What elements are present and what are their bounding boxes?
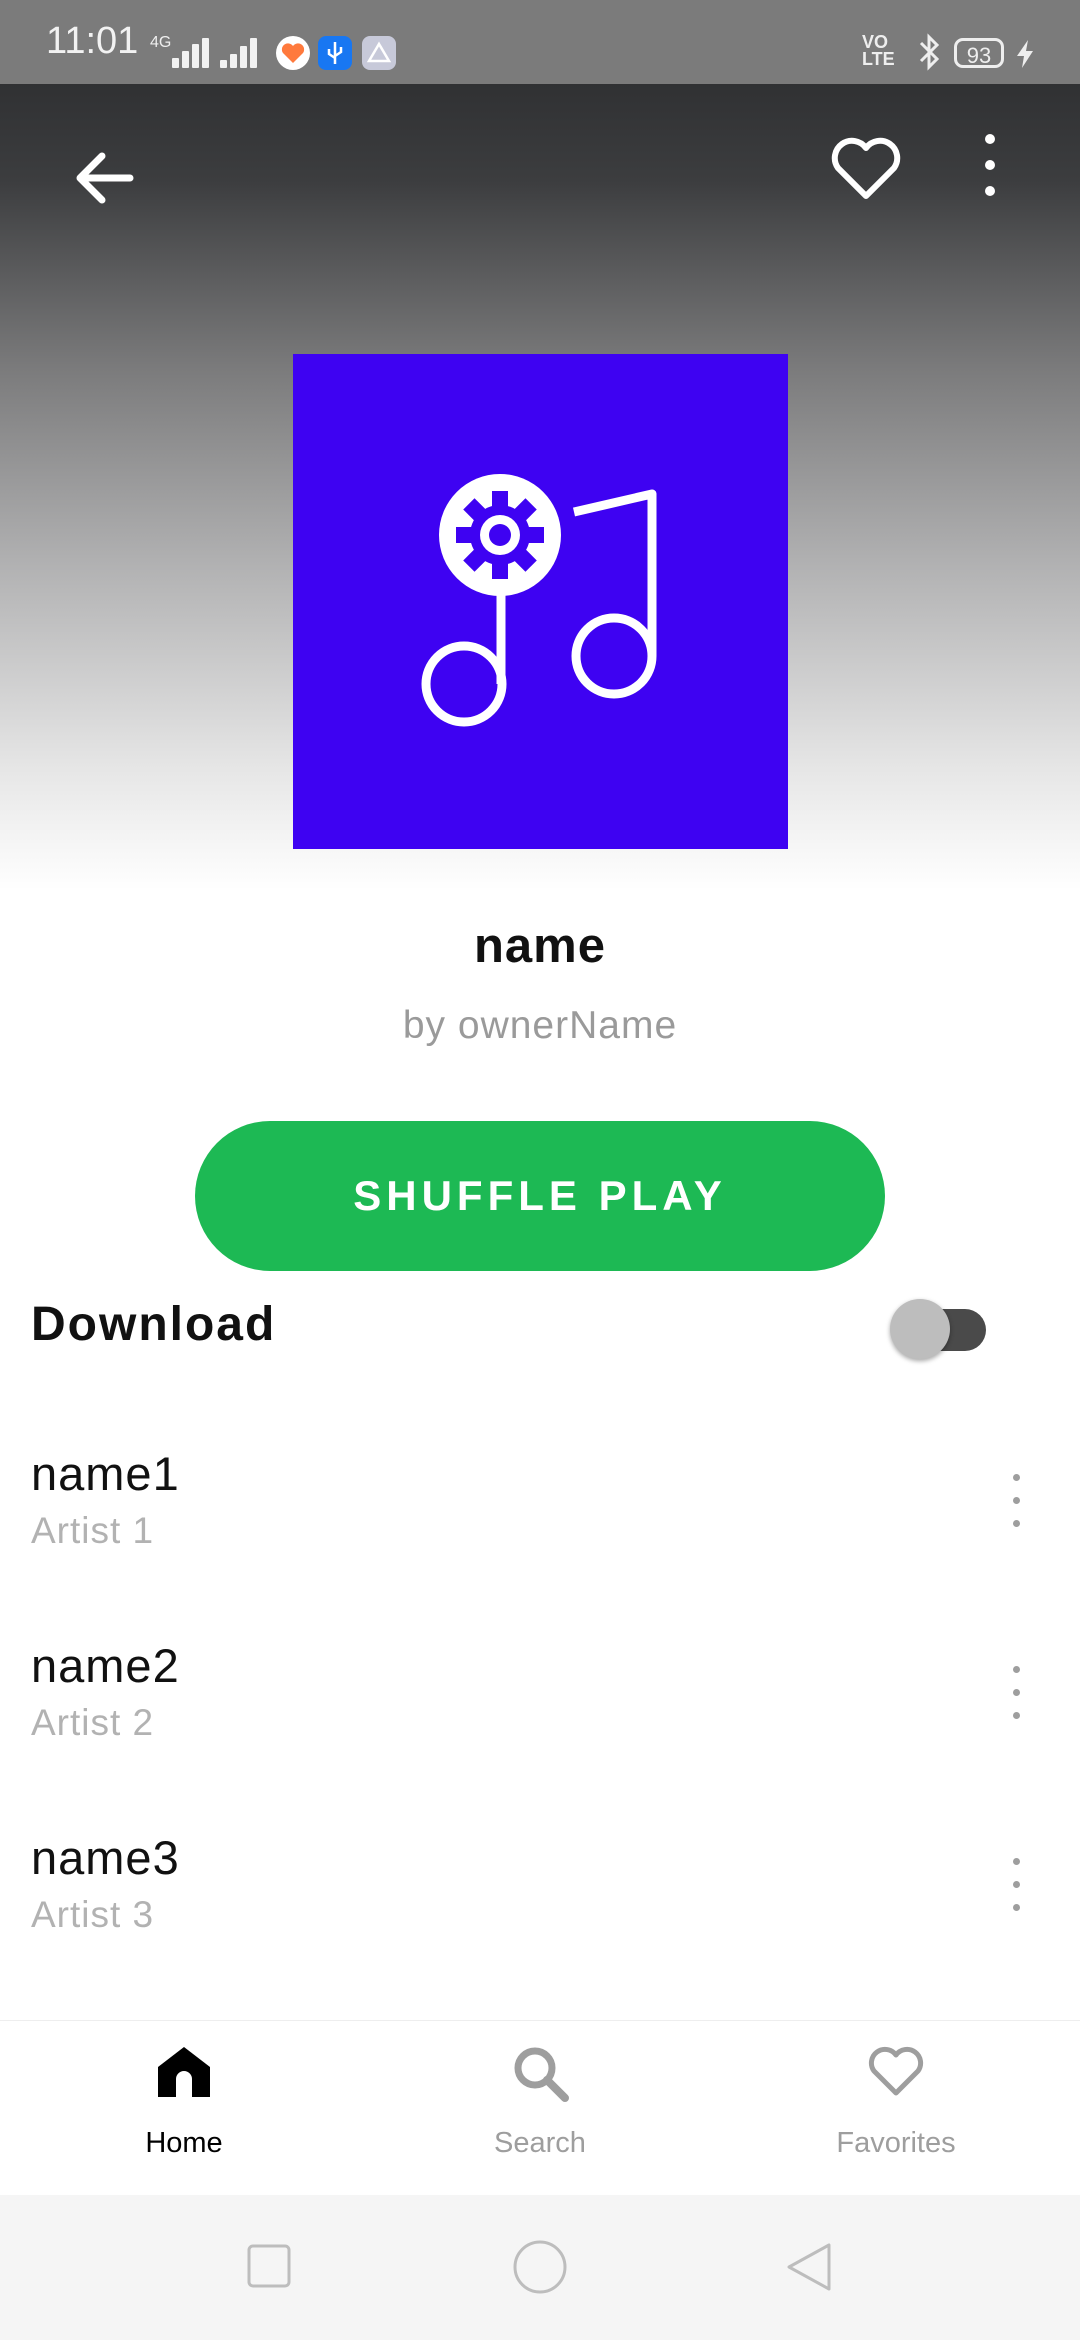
- track-artist: Artist 3: [31, 1894, 155, 1935]
- track-more-button[interactable]: [1000, 1850, 1032, 1922]
- back-triangle-icon[interactable]: [784, 2241, 834, 2293]
- volte-indicator: VO LTE: [862, 32, 895, 69]
- toggle-thumb: [890, 1299, 950, 1359]
- heart-outline-icon: [831, 137, 901, 199]
- dot: [1013, 1904, 1020, 1911]
- app-triangle-icon: [362, 36, 396, 70]
- track-row[interactable]: name1 Artist 1: [0, 1420, 1080, 1590]
- signal-strength-2-icon: [220, 36, 260, 68]
- nav-home[interactable]: Home: [44, 2021, 324, 2196]
- more-vert-icon: [985, 134, 995, 196]
- status-time: 11:01: [46, 20, 139, 62]
- charging-icon: [1014, 38, 1036, 70]
- search-icon: [514, 2047, 569, 2102]
- dot: [1013, 1881, 1020, 1888]
- more-options-button[interactable]: [970, 130, 1010, 200]
- recent-apps-icon[interactable]: [246, 2243, 292, 2289]
- nav-label: Favorites: [836, 2127, 956, 2159]
- track-name: name2: [31, 1639, 180, 1692]
- track-name: name3: [31, 1831, 180, 1884]
- signal-strength-icon: [172, 36, 212, 68]
- bottom-navigation: Home Search Favorites: [0, 2020, 1080, 2196]
- dot: [1013, 1712, 1020, 1719]
- health-app-icon: [276, 36, 310, 70]
- bluetooth-icon: [916, 32, 942, 72]
- favorite-button[interactable]: [826, 130, 906, 206]
- track-artist: Artist 2: [31, 1702, 155, 1743]
- usb-app-icon: [318, 36, 352, 70]
- nav-search[interactable]: Search: [400, 2021, 680, 2196]
- shuffle-play-button[interactable]: SHUFFLE PLAY: [195, 1121, 885, 1271]
- download-label: Download: [31, 1298, 277, 1351]
- heart-outline-icon: [868, 2046, 924, 2096]
- network-type: 4G: [150, 34, 172, 51]
- playlist-owner: by ownerName: [402, 1004, 678, 1047]
- arrow-left-icon: [76, 152, 134, 204]
- dot: [1013, 1858, 1020, 1865]
- music-note-gear-icon: [421, 474, 657, 727]
- playlist-title: name: [473, 919, 606, 973]
- track-more-button[interactable]: [1000, 1658, 1032, 1730]
- back-button[interactable]: [68, 138, 140, 210]
- dot: [1013, 1520, 1020, 1527]
- nav-favorites[interactable]: Favorites: [756, 2021, 1036, 2196]
- status-bar: 11:01 4G VO LTE 93: [0, 0, 1080, 84]
- track-row[interactable]: name2 Artist 2: [0, 1612, 1080, 1782]
- nav-label: Search: [494, 2127, 586, 2159]
- home-icon: [158, 2047, 210, 2097]
- system-navigation-bar: [0, 2195, 1080, 2340]
- track-more-button[interactable]: [1000, 1466, 1032, 1538]
- track-name: name1: [31, 1447, 180, 1500]
- dot: [1013, 1689, 1020, 1696]
- battery-indicator: 93: [954, 38, 1004, 68]
- dot: [1013, 1497, 1020, 1504]
- download-toggle[interactable]: [880, 1290, 996, 1368]
- home-circle-icon[interactable]: [512, 2239, 568, 2295]
- track-artist: Artist 1: [31, 1510, 155, 1551]
- playlist-cover: [293, 354, 788, 849]
- dot: [1013, 1666, 1020, 1673]
- dot: [1013, 1474, 1020, 1481]
- nav-label: Home: [145, 2127, 223, 2159]
- track-row[interactable]: name3 Artist 3: [0, 1804, 1080, 1974]
